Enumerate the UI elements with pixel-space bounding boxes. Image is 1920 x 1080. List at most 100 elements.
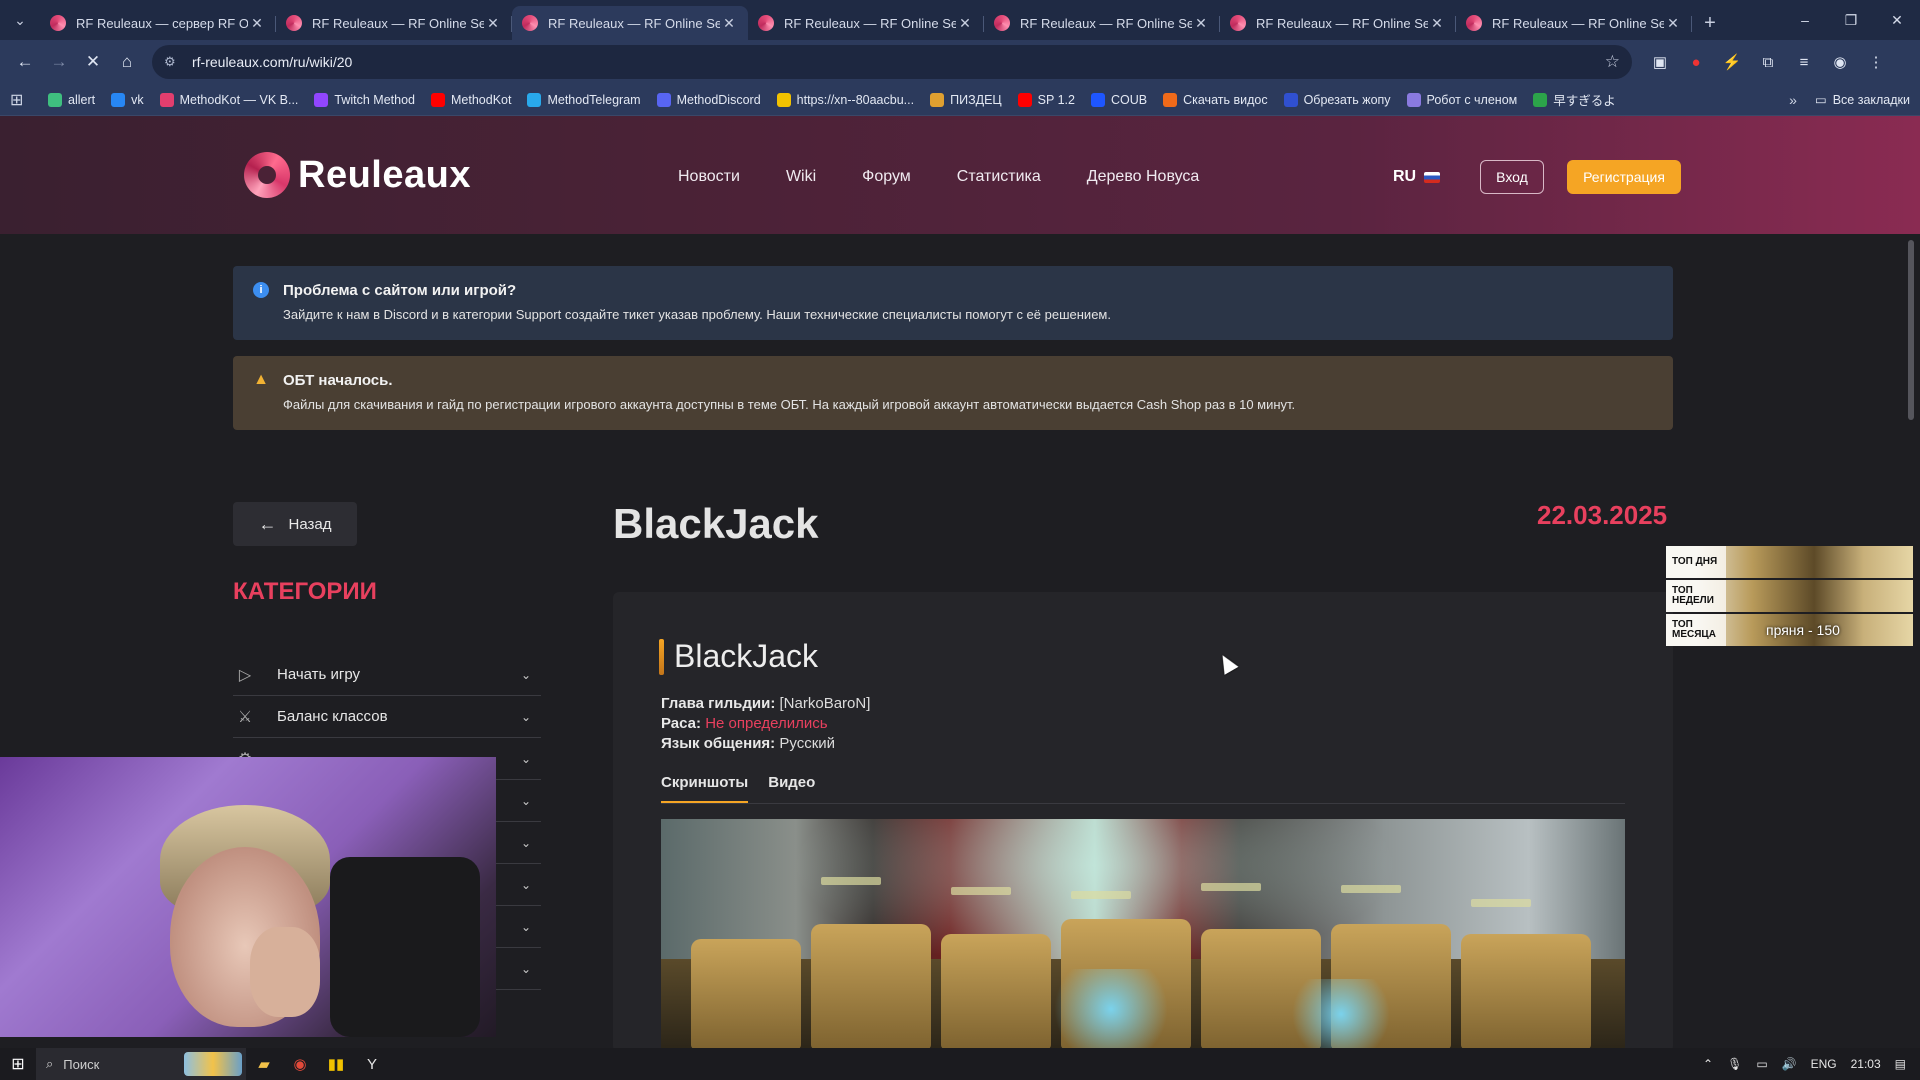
bookmark-item[interactable]: Twitch Method xyxy=(314,90,415,109)
nav-stats[interactable]: Статистика xyxy=(957,168,1041,186)
bookmark-item[interactable]: allert xyxy=(48,90,95,109)
bookmark-item[interactable]: 早すぎるよ xyxy=(1533,90,1616,109)
browser-menu-icon[interactable]: ⋮ xyxy=(1860,46,1892,78)
restore-icon[interactable]: ❐ xyxy=(1828,0,1874,40)
bookmark-item[interactable]: Робот с членом xyxy=(1406,90,1517,109)
puzzle-extensions-icon[interactable]: ⧉ xyxy=(1752,46,1784,78)
arrow-left-icon: ← xyxy=(258,513,277,534)
back-button[interactable]: ← Назад xyxy=(233,502,357,546)
url-text[interactable]: rf-reuleaux.com/ru/wiki/20 xyxy=(192,54,1605,70)
media-control-icon[interactable]: ≡ xyxy=(1788,46,1820,78)
chevron-down-icon[interactable]: ⌄ xyxy=(521,920,541,934)
register-button[interactable]: Регистрация xyxy=(1567,160,1681,194)
guild-leader-label: Глава гильдии: xyxy=(661,695,776,712)
bookmark-item[interactable]: MethodKot xyxy=(431,90,511,109)
tab-screenshots[interactable]: Скриншоты xyxy=(661,774,749,803)
bookmark-item[interactable]: MethodKot — VK B... xyxy=(159,90,298,109)
chevron-down-icon[interactable]: ⌄ xyxy=(521,836,541,850)
bookmark-item[interactable]: ПИЗДЕЦ xyxy=(930,90,1002,109)
all-bookmarks-button[interactable]: ▭ Все закладки xyxy=(1815,92,1910,108)
close-tab-icon[interactable]: ✕ xyxy=(1664,15,1682,32)
close-tab-icon[interactable]: ✕ xyxy=(956,15,974,32)
bookmark-item[interactable]: SP 1.2 xyxy=(1017,90,1075,109)
chevron-down-icon[interactable]: ⌄ xyxy=(521,794,541,808)
extension-icon[interactable]: ⚡ xyxy=(1716,46,1748,78)
site-info-icon[interactable]: ⚙ xyxy=(164,54,186,70)
page-scrollbar[interactable] xyxy=(1908,240,1914,420)
yandex-icon[interactable]: Y xyxy=(354,1048,390,1080)
bookmark-item[interactable]: COUB xyxy=(1090,90,1147,109)
bookmark-item[interactable]: MethodDiscord xyxy=(656,90,761,109)
bookmark-star-icon[interactable]: ☆ xyxy=(1605,52,1620,72)
nav-forum[interactable]: Форум xyxy=(862,168,911,186)
nav-news[interactable]: Новости xyxy=(678,168,740,186)
bookmark-item[interactable]: https://xn--80aacbu... xyxy=(776,90,914,109)
race-row: Раса: Не определились xyxy=(661,714,870,734)
volume-icon[interactable]: 🔊 xyxy=(1782,1057,1797,1071)
extensions-row: ▣ ● ⚡ ⧉ ≡ ◉ ⋮ xyxy=(1644,46,1892,78)
clock[interactable]: 21:03 xyxy=(1851,1057,1881,1071)
tab-search-chevron-icon[interactable]: ⌄ xyxy=(0,0,40,40)
browser-tab[interactable]: RF Reuleaux — RF Online Serve✕ xyxy=(748,6,984,40)
close-tab-icon[interactable]: ✕ xyxy=(484,15,502,32)
bookmark-favicon-icon xyxy=(930,92,945,107)
nav-wiki[interactable]: Wiki xyxy=(786,168,816,186)
profile-avatar[interactable]: ◉ xyxy=(1824,46,1856,78)
browser-tab[interactable]: RF Reuleaux — RF Online Serve✕ xyxy=(1220,6,1456,40)
minimize-icon[interactable]: – xyxy=(1782,0,1828,40)
browser-tab[interactable]: RF Reuleaux — RF Online Serve✕ xyxy=(512,6,748,40)
category-start-game[interactable]: ▷ Начать игру ⌄ xyxy=(233,654,541,696)
bookmark-item[interactable]: Обрезать жопу xyxy=(1283,90,1391,109)
extension-icon[interactable]: ● xyxy=(1680,46,1712,78)
app-icon[interactable]: ▮▮ xyxy=(318,1048,354,1080)
bookmark-favicon-icon xyxy=(527,92,542,107)
language-switcher[interactable]: RU xyxy=(1393,168,1441,186)
chevron-down-icon[interactable]: ⌄ xyxy=(521,878,541,892)
bookmark-item[interactable]: Скачать видос xyxy=(1163,90,1268,109)
chevron-down-icon[interactable]: ⌄ xyxy=(521,752,541,766)
russia-flag-icon xyxy=(1424,171,1441,183)
notification-icon[interactable]: ▤ xyxy=(1895,1057,1906,1071)
file-explorer-icon[interactable]: ▰ xyxy=(246,1048,282,1080)
new-tab-button[interactable]: + xyxy=(1692,6,1728,40)
info-icon: i xyxy=(253,282,269,298)
tab-video[interactable]: Видео xyxy=(768,774,815,803)
tray-chevron-icon[interactable]: ⌃ xyxy=(1703,1057,1713,1071)
bookmark-item[interactable]: MethodTelegram xyxy=(527,90,641,109)
microphone-icon[interactable]: 🎙 xyxy=(1727,1057,1742,1071)
chevron-down-icon[interactable]: ⌄ xyxy=(521,668,541,682)
close-window-icon[interactable]: ✕ xyxy=(1874,0,1920,40)
close-tab-icon[interactable]: ✕ xyxy=(1428,15,1446,32)
chevron-down-icon[interactable]: ⌄ xyxy=(521,962,541,976)
taskbar-search[interactable]: ⌕ Поиск xyxy=(36,1048,246,1080)
reload-icon[interactable]: ✕ xyxy=(76,45,110,79)
chevron-down-icon[interactable]: ⌄ xyxy=(521,710,541,724)
bookmark-item[interactable]: vk xyxy=(111,90,144,109)
close-tab-icon[interactable]: ✕ xyxy=(248,15,266,32)
site-logo[interactable]: Reuleaux xyxy=(244,152,471,198)
browser-tab[interactable]: RF Reuleaux — RF Online Serve✕ xyxy=(276,6,512,40)
chrome-icon[interactable]: ◉ xyxy=(282,1048,318,1080)
back-arrow-icon[interactable]: ← xyxy=(8,45,42,79)
nav-novus-tree[interactable]: Дерево Новуса xyxy=(1087,168,1200,186)
home-icon[interactable]: ⌂ xyxy=(110,45,144,79)
card-title: BlackJack xyxy=(674,638,819,674)
browser-tab[interactable]: RF Reuleaux — RF Online Serve✕ xyxy=(984,6,1220,40)
windows-start-icon[interactable]: ⊞ xyxy=(0,1048,36,1080)
guild-screenshot[interactable] xyxy=(661,819,1625,1052)
forward-arrow-icon[interactable]: → xyxy=(42,45,76,79)
network-icon[interactable]: ▭ xyxy=(1756,1057,1767,1071)
bookmark-favicon-icon xyxy=(656,92,671,107)
apps-grid-icon[interactable]: ⊞ xyxy=(10,90,38,110)
warning-icon: ▲ xyxy=(253,371,269,388)
login-button[interactable]: Вход xyxy=(1480,160,1544,194)
extension-icon[interactable]: ▣ xyxy=(1644,46,1676,78)
address-bar[interactable]: ⚙ rf-reuleaux.com/ru/wiki/20 ☆ xyxy=(152,45,1632,79)
category-class-balance[interactable]: ⚔ Баланс классов ⌄ xyxy=(233,696,541,738)
close-tab-icon[interactable]: ✕ xyxy=(1192,15,1210,32)
input-language[interactable]: ENG xyxy=(1811,1057,1837,1071)
more-bookmarks-icon[interactable]: » xyxy=(1789,92,1797,108)
close-tab-icon[interactable]: ✕ xyxy=(720,15,738,32)
browser-tab[interactable]: RF Reuleaux — сервер RF Onli ✕ xyxy=(40,6,276,40)
browser-tab[interactable]: RF Reuleaux — RF Online Serve✕ xyxy=(1456,6,1692,40)
